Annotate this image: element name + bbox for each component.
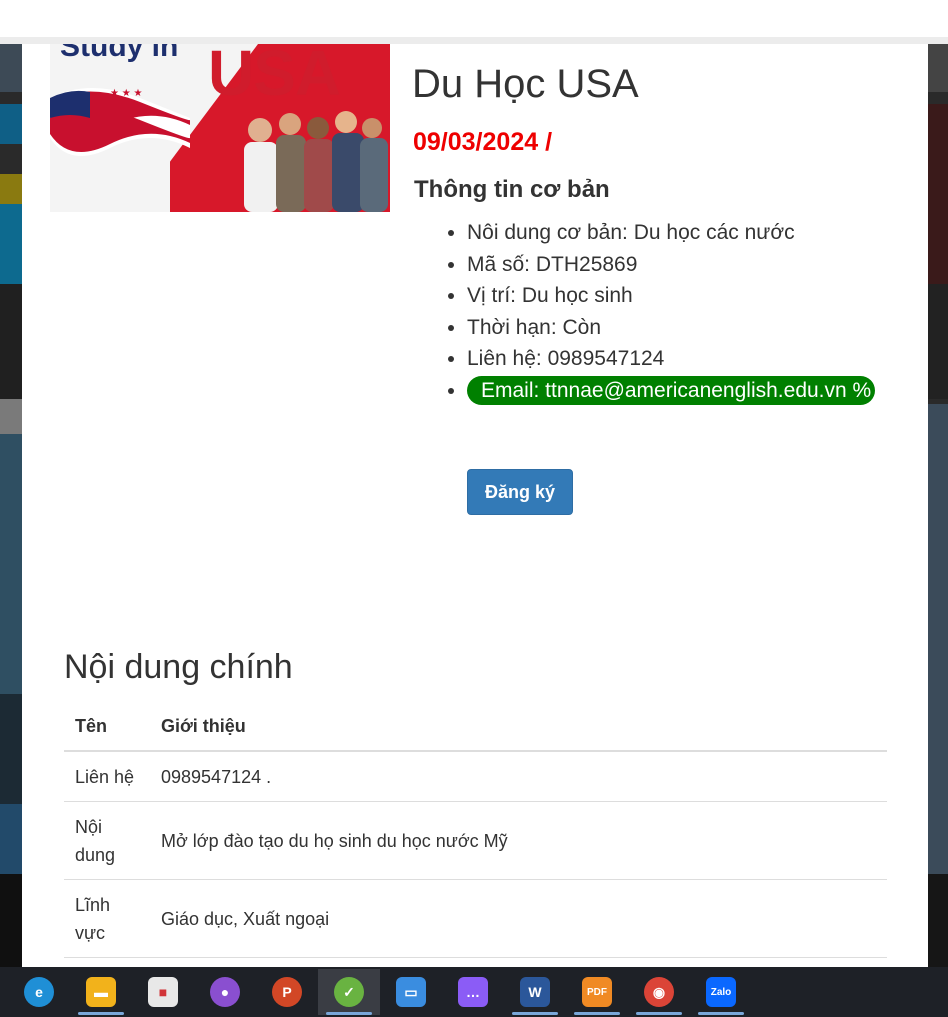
github-desktop-icon: ● [210, 977, 240, 1007]
taskbar-github[interactable]: ● [194, 969, 256, 1015]
edge-icon: e [24, 977, 54, 1007]
taskbar-chat-app[interactable]: … [442, 969, 504, 1015]
svg-text:★ ★ ★: ★ ★ ★ [110, 88, 142, 99]
top-divider [0, 37, 948, 44]
zalo-icon: Zalo [706, 977, 736, 1007]
taskbar-pdf[interactable]: PDF [566, 969, 628, 1015]
chrome-icon: ◉ [644, 977, 674, 1007]
info-item-code: Mã số: DTH25869 [467, 249, 897, 281]
background-left-strip [0, 44, 22, 967]
hero-image: ★ ★ ★ Study in USA [50, 44, 390, 212]
register-button[interactable]: Đăng ký [467, 469, 573, 515]
table-header-name: Tên [64, 704, 150, 752]
page-title: Du Học USA [412, 62, 639, 106]
browser-top-area [0, 0, 948, 37]
chat-app-icon: … [458, 977, 488, 1007]
taskbar-coccoc[interactable]: ✓ [318, 969, 380, 1015]
taskbar-word[interactable]: W [504, 969, 566, 1015]
taskbar-remote-desktop[interactable]: ▭ [380, 969, 442, 1015]
main-content-heading: Nội dung chính [64, 648, 293, 686]
info-item-deadline: Thời hạn: Còn [467, 312, 897, 344]
microsoft-store-icon: ■ [148, 977, 178, 1007]
table-header-row: Tên Giới thiệu [64, 704, 887, 752]
table-cell-name: Lĩnh vực [64, 879, 150, 958]
table-cell-value: Mở lớp đào tạo du họ sinh du học nước Mỹ [150, 801, 887, 880]
taskbar-zalo[interactable]: Zalo [690, 969, 752, 1015]
info-item-email: Email: ttnnae@americanenglish.edu.vn % [467, 375, 897, 407]
basic-info-list: Nôi dung cơ bản: Du học các nước Mã số: … [449, 217, 897, 407]
table-cell-value: Giáo dục, Xuất ngoại [150, 879, 887, 958]
info-item-contact: Liên hệ: 0989547124 [467, 343, 897, 375]
taskbar-store[interactable]: ■ [132, 969, 194, 1015]
basic-info-heading: Thông tin cơ bản [414, 176, 610, 203]
table-row: Lĩnh vực Giáo dục, Xuất ngoại [64, 879, 887, 958]
coccoc-browser-icon: ✓ [334, 977, 364, 1007]
info-item-content: Nôi dung cơ bản: Du học các nước [467, 217, 897, 249]
post-date: 09/03/2024 / [413, 128, 553, 156]
pdf-reader-icon: PDF [582, 977, 612, 1007]
table-cell-value: 0989547124 . [150, 751, 887, 802]
table-cell-name: Nội dung [64, 801, 150, 880]
taskbar-chrome[interactable]: ◉ [628, 969, 690, 1015]
job-detail-modal: ★ ★ ★ Study in USA Du Học USA 09/03/2024… [22, 44, 928, 967]
info-item-position: Vị trí: Du học sinh [467, 280, 897, 312]
background-right-strip [928, 44, 948, 967]
email-badge[interactable]: Email: ttnnae@americanenglish.edu.vn % [467, 375, 876, 405]
table-row: Nội dung Mở lớp đào tạo du họ sinh du họ… [64, 801, 887, 880]
file-explorer-icon: ▬ [86, 977, 116, 1007]
table-row: Liên hệ 0989547124 . [64, 751, 887, 802]
taskbar-edge[interactable]: e [8, 969, 70, 1015]
powerpoint-icon: P [272, 977, 302, 1007]
hero-text-usa: USA [208, 44, 341, 109]
table-header-description: Giới thiệu [150, 704, 887, 752]
remote-desktop-icon: ▭ [396, 977, 426, 1007]
word-icon: W [520, 977, 550, 1007]
us-flag-graphic: ★ ★ ★ [50, 88, 190, 156]
students-graphic [244, 111, 388, 212]
taskbar-file-explorer[interactable]: ▬ [70, 969, 132, 1015]
hero-text-study-in: Study in [60, 44, 179, 63]
table-cell-name: Liên hệ [64, 751, 150, 802]
windows-taskbar: e ▬ ■ ● P ✓ ▭ … W PDF ◉ Zalo [0, 967, 948, 1017]
main-content-table: Tên Giới thiệu Liên hệ 0989547124 . Nội … [64, 704, 887, 958]
taskbar-powerpoint[interactable]: P [256, 969, 318, 1015]
